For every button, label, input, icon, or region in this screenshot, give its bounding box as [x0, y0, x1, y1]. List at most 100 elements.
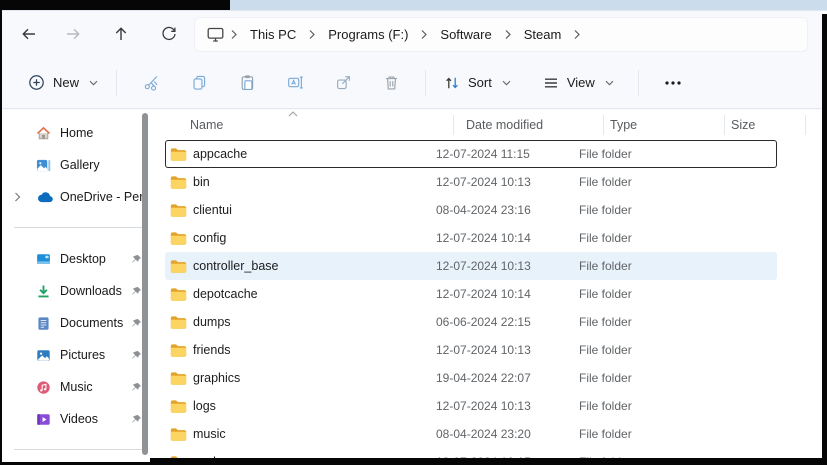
- date-modified-cell: 06-06-2024 22:15: [436, 315, 531, 329]
- delete-button[interactable]: [374, 67, 408, 99]
- breadcrumb-chevron-icon[interactable]: [567, 29, 587, 40]
- chevron-down-icon: [605, 80, 614, 86]
- pin-icon: [131, 286, 142, 297]
- breadcrumb-software[interactable]: Software: [434, 24, 497, 45]
- copy-button[interactable]: [182, 67, 216, 99]
- rename-button[interactable]: [278, 67, 312, 99]
- sidebar-item-music[interactable]: Music: [8, 372, 154, 402]
- chevron-down-icon: [502, 80, 511, 86]
- new-button[interactable]: New: [20, 68, 106, 97]
- up-button[interactable]: [104, 18, 138, 50]
- folder-icon: [170, 343, 187, 357]
- breadcrumb-this-pc[interactable]: This PC: [244, 24, 302, 45]
- documents-icon: [36, 316, 51, 331]
- share-button[interactable]: [326, 67, 360, 99]
- breadcrumb-steam[interactable]: Steam: [518, 24, 568, 45]
- file-name-label: config: [193, 231, 227, 245]
- folder-icon: [170, 175, 187, 189]
- sidebar-item-desktop[interactable]: Desktop: [8, 244, 154, 274]
- paste-button[interactable]: [230, 67, 264, 99]
- type-cell: File folder: [579, 427, 632, 441]
- table-row[interactable]: music 08-04-2024 23:20 File folder: [165, 420, 777, 448]
- more-options-button[interactable]: [656, 67, 690, 99]
- sidebar-list: Home Gallery OneDrive - Pers Desktop Dow…: [2, 110, 160, 450]
- breadcrumb-chevron-icon[interactable]: [302, 29, 322, 40]
- sidebar-item-home[interactable]: Home: [8, 118, 154, 148]
- type-cell: File folder: [579, 315, 632, 329]
- view-list-icon: [544, 78, 557, 87]
- column-header-type[interactable]: Type: [604, 115, 725, 135]
- folder-icon: [170, 203, 187, 217]
- breadcrumb-programs-f[interactable]: Programs (F:): [322, 24, 414, 45]
- cut-button[interactable]: [134, 67, 168, 99]
- table-row[interactable]: config 12-07-2024 10:14 File folder: [165, 224, 777, 252]
- date-modified-cell: 12-07-2024 10:13: [436, 175, 531, 189]
- sidebar-divider: [14, 449, 148, 450]
- gallery-icon: [36, 158, 51, 173]
- sidebar-item-gallery[interactable]: Gallery: [8, 150, 154, 180]
- sidebar-item-documents[interactable]: Documents: [8, 308, 154, 338]
- sort-button-label: Sort: [468, 75, 492, 90]
- forward-button[interactable]: [56, 18, 90, 50]
- table-row[interactable]: bin 12-07-2024 10:13 File folder: [165, 168, 777, 196]
- explorer-main: Home Gallery OneDrive - Pers Desktop Dow…: [2, 110, 822, 465]
- file-list: appcache 12-07-2024 11:15 File folder bi…: [160, 140, 822, 465]
- desktop-icon: [36, 252, 51, 267]
- table-row[interactable]: clientui 08-04-2024 23:16 File folder: [165, 196, 777, 224]
- table-row[interactable]: logs 12-07-2024 10:13 File folder: [165, 392, 777, 420]
- window-right-edge: [822, 14, 827, 465]
- file-name-cell: appcache: [165, 147, 428, 161]
- folder-icon: [170, 315, 187, 329]
- type-cell: File folder: [579, 287, 632, 301]
- refresh-button[interactable]: [152, 18, 186, 50]
- file-name-label: dumps: [193, 315, 231, 329]
- sidebar-item-pictures[interactable]: Pictures: [8, 340, 154, 370]
- sort-button[interactable]: Sort: [436, 69, 519, 97]
- table-row[interactable]: graphics 19-04-2024 22:07 File folder: [165, 364, 777, 392]
- column-headers: Name Date modified Type Size: [160, 110, 822, 140]
- type-cell: File folder: [579, 259, 632, 273]
- file-explorer-window: This PC Programs (F:) Software Steam New…: [0, 0, 827, 465]
- back-button[interactable]: [12, 18, 46, 50]
- date-modified-cell: 08-04-2024 23:16: [436, 203, 531, 217]
- navigation-bar: This PC Programs (F:) Software Steam: [2, 11, 822, 57]
- table-row[interactable]: friends 12-07-2024 10:13 File folder: [165, 336, 777, 364]
- breadcrumb-chevron-icon[interactable]: [414, 29, 434, 40]
- view-button-label: View: [566, 75, 595, 90]
- sidebar-item-downloads[interactable]: Downloads: [8, 276, 154, 306]
- pin-icon: [131, 350, 142, 361]
- table-row[interactable]: appcache 12-07-2024 11:15 File folder: [165, 140, 777, 168]
- music-icon: [36, 380, 51, 395]
- column-header-size[interactable]: Size: [725, 115, 806, 135]
- table-row[interactable]: dumps 06-06-2024 22:15 File folder: [165, 308, 777, 336]
- column-header-date-modified[interactable]: Date modified: [454, 115, 604, 135]
- file-name-label: appcache: [193, 147, 248, 161]
- sidebar-item-label: Music: [60, 380, 93, 394]
- type-cell: File folder: [579, 343, 632, 357]
- pin-icon: [131, 318, 142, 329]
- sidebar-item-label: Pictures: [60, 348, 106, 362]
- sidebar-item-videos[interactable]: Videos: [8, 404, 154, 434]
- table-row[interactable]: depotcache 12-07-2024 10:14 File folder: [165, 280, 777, 308]
- column-header-name[interactable]: Name: [160, 115, 454, 135]
- table-row[interactable]: controller_base 12-07-2024 10:13 File fo…: [165, 252, 777, 280]
- chevron-down-icon: [89, 80, 98, 86]
- chevron-right-icon[interactable]: [14, 192, 21, 202]
- address-bar[interactable]: This PC Programs (F:) Software Steam: [194, 16, 808, 52]
- folder-icon: [170, 147, 187, 161]
- toolbar-separator: [116, 69, 118, 96]
- breadcrumb-chevron-icon[interactable]: [498, 29, 518, 40]
- sidebar-item-onedrive[interactable]: OneDrive - Pers: [8, 182, 154, 212]
- type-cell: File folder: [579, 175, 632, 189]
- pictures-icon: [36, 348, 51, 363]
- home-icon: [36, 126, 51, 141]
- sidebar-item-label: Documents: [60, 316, 124, 330]
- sidebar-scrollbar[interactable]: [142, 113, 148, 455]
- command-toolbar: New Sort View: [2, 57, 822, 109]
- this-pc-monitor-icon: [207, 27, 224, 42]
- navigation-pane: Home Gallery OneDrive - Pers Desktop Dow…: [2, 110, 160, 465]
- view-button[interactable]: View: [535, 69, 622, 97]
- plus-circle-icon: [29, 75, 44, 90]
- folder-icon: [170, 399, 187, 413]
- file-name-cell: controller_base: [165, 259, 428, 273]
